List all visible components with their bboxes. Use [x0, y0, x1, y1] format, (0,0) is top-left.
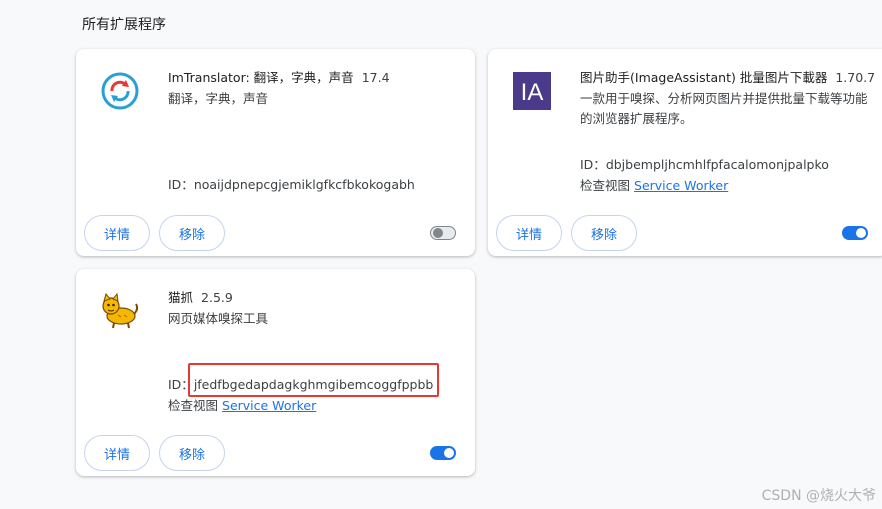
- toggle-knob: [433, 228, 443, 238]
- extension-version: 1.70.7: [835, 70, 876, 85]
- extension-id-line: ID：noaijdpnepcgjemiklgfkcfbkokogabh: [168, 174, 415, 193]
- remove-button[interactable]: 移除: [159, 435, 225, 471]
- section-title: 所有扩展程序: [82, 17, 166, 33]
- imageassistant-icon: IA: [512, 71, 552, 111]
- extension-id-line: ID：dbjbempljhcmhlfpfacalomonjpalpko: [580, 154, 829, 173]
- service-worker-link[interactable]: Service Worker: [634, 178, 728, 193]
- extension-description: 网页媒体嗅探工具: [168, 311, 269, 326]
- extension-version: 17.4: [361, 70, 390, 85]
- extension-id: noaijdpnepcgjemiklgfkcfbkokogabh: [193, 177, 415, 192]
- remove-button[interactable]: 移除: [159, 215, 225, 251]
- extension-description: 一款用于嗅探、分析网页图片并提供批量下载等功能的浏览器扩展程序。: [580, 91, 868, 126]
- id-highlight-box: [188, 363, 439, 397]
- id-label: ID：: [580, 157, 606, 172]
- service-worker-link[interactable]: Service Worker: [222, 398, 316, 413]
- extension-id: dbjbempljhcmhlfpfacalomonjpalpko: [605, 157, 829, 172]
- inspect-views: 检查视图 Service Worker: [580, 175, 728, 194]
- id-label: ID：: [168, 177, 194, 192]
- inspect-views: 检查视图 Service Worker: [168, 395, 316, 414]
- details-button[interactable]: 详情: [84, 215, 150, 251]
- toggle-knob: [856, 228, 866, 238]
- enable-toggle[interactable]: [430, 446, 456, 460]
- extension-name-line: ImTranslator: 翻译，字典，声音 17.4: [168, 67, 390, 86]
- details-button[interactable]: 详情: [84, 435, 150, 471]
- extension-name: ImTranslator: 翻译，字典，声音: [168, 70, 354, 85]
- extension-name-line: 图片助手(ImageAssistant) 批量图片下載器 1.70.7: [580, 67, 875, 86]
- extension-name: 猫抓: [168, 290, 194, 305]
- extension-card-imageassistant: IA 图片助手(ImageAssistant) 批量图片下載器 1.70.7 一款…: [488, 49, 882, 256]
- remove-button[interactable]: 移除: [571, 215, 637, 251]
- imtranslator-icon: [100, 71, 140, 111]
- ia-icon-text: IA: [521, 79, 544, 106]
- details-button[interactable]: 详情: [496, 215, 562, 251]
- toggle-knob: [444, 448, 454, 458]
- extension-name-line: 猫抓 2.5.9: [168, 287, 233, 306]
- watermark: CSDN @烧火大爷: [761, 488, 876, 504]
- enable-toggle[interactable]: [430, 226, 456, 240]
- extension-version: 2.5.9: [201, 290, 233, 305]
- extension-name: 图片助手(ImageAssistant) 批量图片下載器: [580, 70, 828, 85]
- inspect-label: 检查视图: [168, 398, 219, 413]
- extension-card-imtranslator: ImTranslator: 翻译，字典，声音 17.4 翻译，字典，声音 ID：n…: [76, 49, 475, 256]
- cat-icon: [100, 291, 140, 331]
- inspect-label: 检查视图: [580, 178, 631, 193]
- enable-toggle[interactable]: [842, 226, 868, 240]
- extension-description: 翻译，字典，声音: [168, 91, 269, 106]
